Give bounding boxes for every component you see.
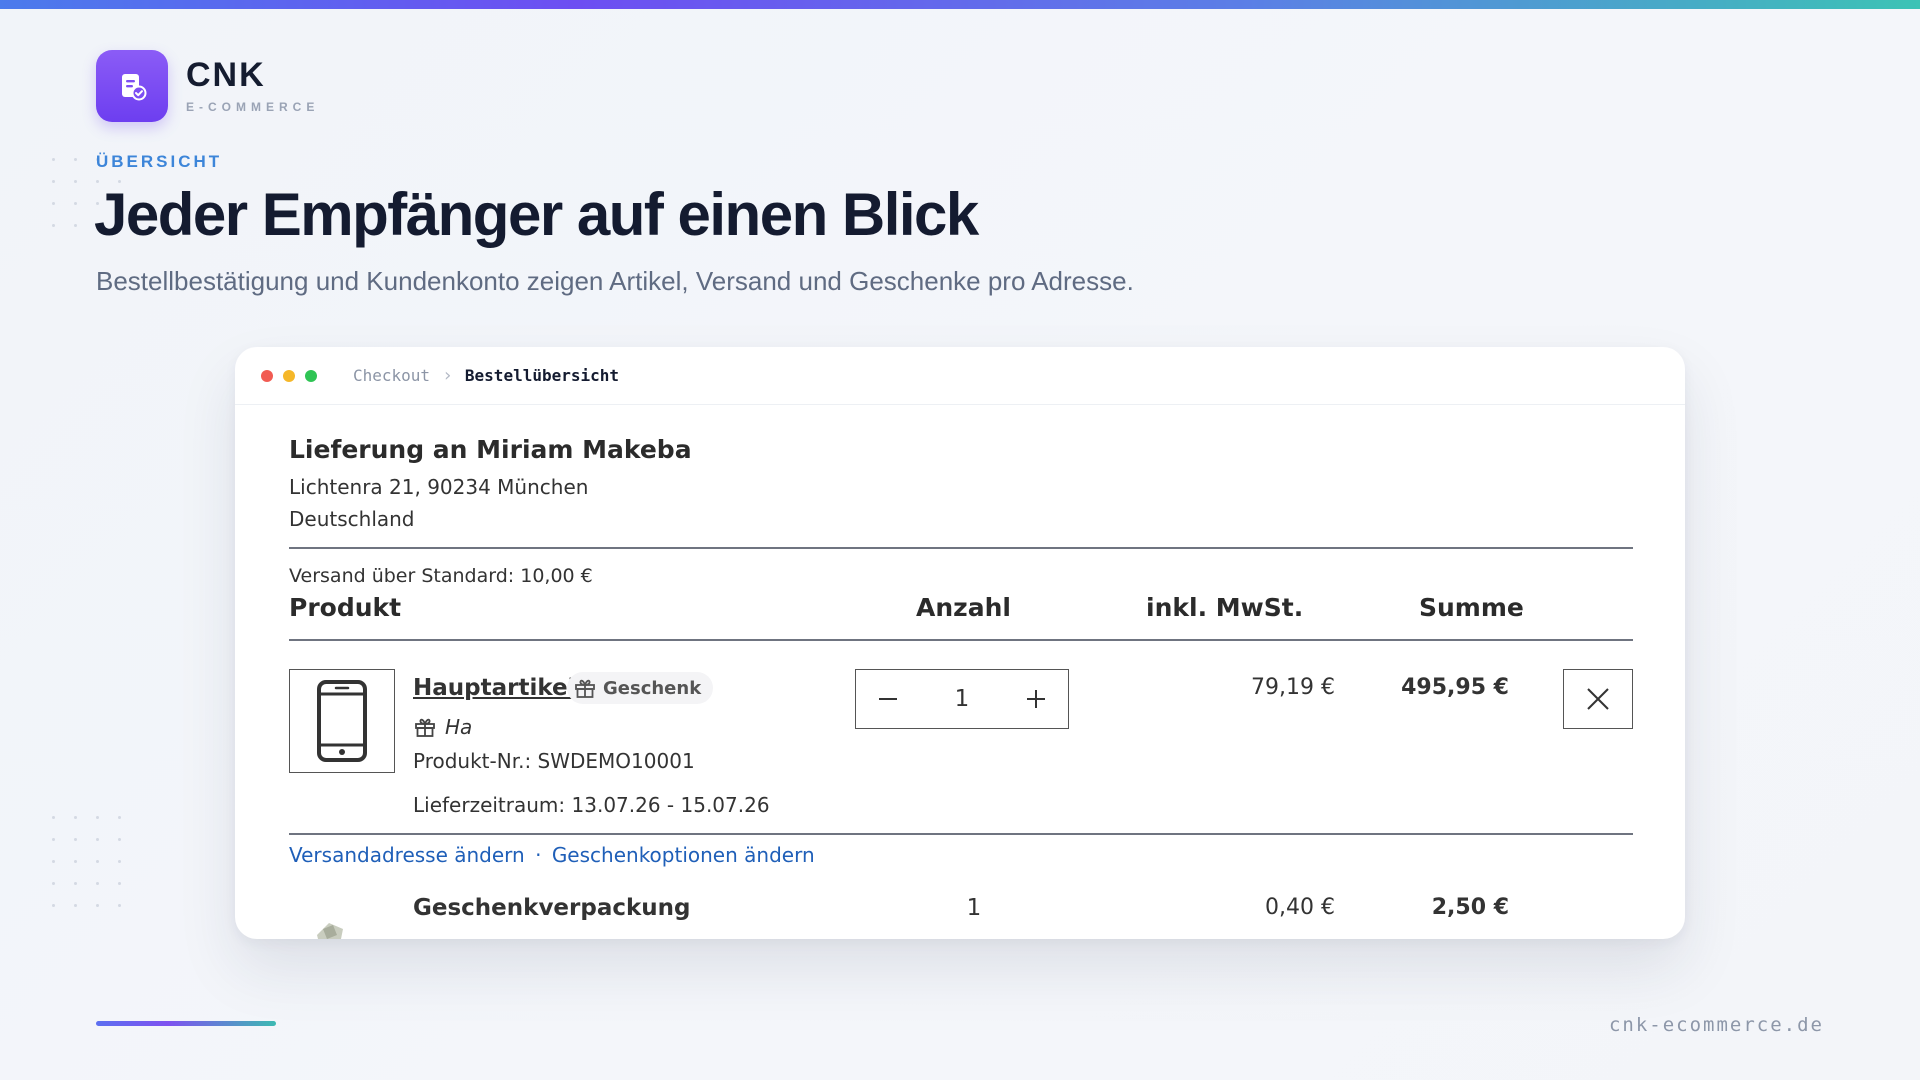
gift-message: Ha	[413, 715, 472, 739]
gift-icon	[575, 679, 595, 698]
gift-wrap-thumbnail	[317, 923, 343, 939]
product-name-link[interactable]: Hauptartikel	[413, 675, 576, 701]
address-line-1: Lichtenra 21, 90234 München	[289, 475, 589, 499]
plus-icon	[1026, 690, 1045, 708]
gift-wrap-quantity: 1	[966, 895, 982, 921]
change-gift-options-link[interactable]: Geschenkoptionen ändern	[552, 843, 815, 867]
brand-tagline: E-COMMERCE	[186, 100, 320, 114]
breadcrumb-checkout[interactable]: Checkout	[353, 366, 430, 385]
breadcrumb-current: Bestellübersicht	[464, 366, 620, 385]
close-window-dot[interactable]	[261, 369, 273, 382]
delivery-period: Lieferzeitraum: 13.07.26 - 15.07.26	[413, 793, 770, 817]
quantity-stepper: 1	[855, 669, 1069, 729]
top-gradient-bar	[0, 0, 1920, 9]
gift-wrap-sum: 2,50 €	[1431, 895, 1509, 920]
section-eyebrow: ÜBERSICHT	[96, 152, 223, 171]
decrease-quantity-button[interactable]	[856, 670, 920, 728]
chevron-right-icon: ›	[442, 365, 453, 386]
footer-url: cnk-ecommerce.de	[1608, 1014, 1824, 1036]
minus-icon	[879, 698, 897, 700]
smartphone-icon	[317, 680, 367, 762]
document-check-icon	[96, 50, 168, 122]
browser-window: Checkout › Bestellübersicht Lieferung an…	[235, 347, 1685, 939]
gift-badge-label: Geschenk	[603, 677, 702, 699]
divider	[289, 547, 1633, 549]
change-address-link[interactable]: Versandadresse ändern	[289, 843, 525, 867]
quantity-value[interactable]: 1	[955, 686, 970, 712]
product-thumbnail[interactable]	[289, 669, 395, 773]
shipment-title: Lieferung an Miriam Makeba	[289, 435, 692, 464]
gift-badge: Geschenk	[567, 672, 714, 704]
item-tax: 79,19 €	[1251, 675, 1335, 700]
breadcrumb: Checkout › Bestellübersicht	[353, 365, 619, 386]
gift-wrap-name: Geschenkverpackung	[413, 895, 691, 921]
gift-message-text: Ha	[445, 715, 473, 739]
increase-quantity-button[interactable]	[1004, 670, 1068, 728]
decorative-dots	[52, 816, 140, 926]
footer-accent-bar	[96, 1021, 276, 1026]
address-line-2: Deutschland	[289, 507, 415, 531]
remove-item-button[interactable]	[1563, 669, 1633, 729]
maximize-window-dot[interactable]	[305, 369, 317, 382]
minimize-window-dot[interactable]	[283, 369, 295, 382]
product-number: Produkt-Nr.: SWDEMO10001	[413, 749, 695, 773]
gift-wrap-tax: 0,40 €	[1265, 895, 1335, 920]
brand: CNK E-COMMERCE	[96, 50, 319, 122]
item-actions: Versandadresse ändern · Geschenkoptionen…	[289, 843, 815, 867]
page-title: Jeder Empfänger auf einen Blick	[94, 181, 979, 248]
gift-icon	[415, 718, 435, 737]
divider	[289, 833, 1633, 835]
shipping-method: Versand über Standard: 10,00 €	[289, 565, 593, 587]
page-subtitle: Bestellbestätigung und Kundenkonto zeige…	[96, 266, 1134, 296]
window-titlebar: Checkout › Bestellübersicht	[235, 347, 1685, 405]
column-header-quantity: Anzahl	[916, 593, 1011, 622]
close-icon	[1587, 688, 1609, 710]
link-separator: ·	[535, 843, 542, 867]
item-sum: 495,95 €	[1401, 675, 1509, 700]
brand-name: CNK	[186, 56, 266, 94]
column-header-sum: Summe	[1419, 593, 1524, 622]
column-header-tax: inkl. MwSt.	[1146, 593, 1304, 622]
divider	[289, 639, 1633, 641]
column-header-product: Produkt	[289, 593, 402, 622]
